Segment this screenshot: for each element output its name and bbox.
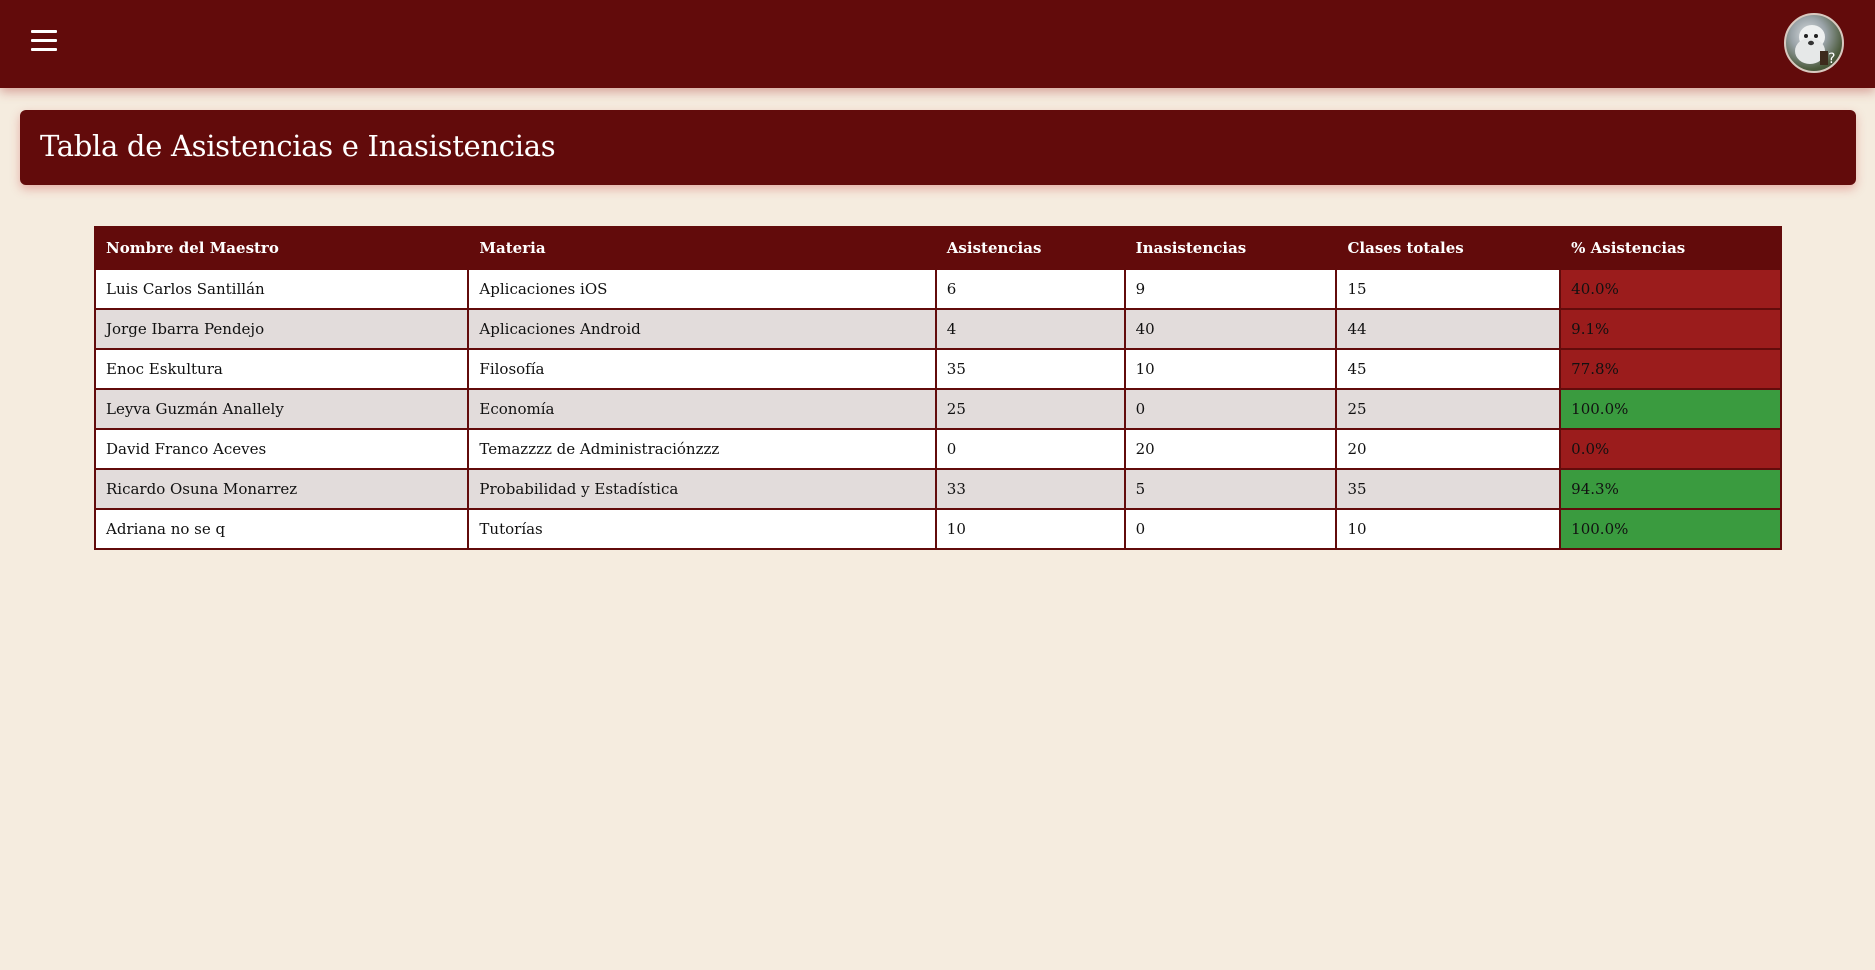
absences-cell: 20 [1123, 428, 1338, 470]
absences-cell: 0 [1123, 508, 1338, 550]
attendance-percent-cell: 40.0% [1559, 268, 1782, 310]
absences-cell: 5 [1123, 468, 1338, 510]
column-header-subject: Materia [467, 226, 937, 270]
total-classes-cell: 15 [1335, 268, 1562, 310]
attendance-percent-cell: 9.1% [1559, 308, 1782, 350]
column-header-total-classes: Clases totales [1335, 226, 1562, 270]
user-avatar[interactable]: ? [1784, 13, 1844, 73]
attendance-percent-cell: 100.0% [1559, 508, 1782, 550]
total-classes-cell: 10 [1335, 508, 1562, 550]
absences-cell: 9 [1123, 268, 1338, 310]
attendances-cell: 4 [934, 308, 1126, 350]
total-classes-cell: 45 [1335, 348, 1562, 390]
hamburger-menu-icon[interactable] [28, 30, 60, 58]
attendances-cell: 25 [934, 388, 1126, 430]
table-row: Luis Carlos Santillán Aplicaciones iOS 6… [93, 268, 1782, 310]
total-classes-cell: 35 [1335, 468, 1562, 510]
subject-cell: Probabilidad y Estadística [467, 468, 937, 510]
top-navbar: ? [0, 0, 1875, 88]
column-header-attendances: Asistencias [934, 226, 1126, 270]
column-header-absences: Inasistencias [1123, 226, 1338, 270]
dog-avatar-icon: ? [1795, 25, 1835, 67]
teacher-cell: David Franco Aceves [93, 428, 470, 470]
page-title: Tabla de Asistencias e Inasistencias [40, 129, 556, 163]
table-row: Leyva Guzmán Anallely Economía 25 0 25 1… [93, 388, 1782, 430]
column-header-attendance-percent: % Asistencias [1559, 226, 1782, 270]
page-title-card: Tabla de Asistencias e Inasistencias [20, 110, 1856, 185]
attendance-percent-cell: 0.0% [1559, 428, 1782, 470]
subject-cell: Economía [467, 388, 937, 430]
attendance-percent-cell: 94.3% [1559, 468, 1782, 510]
attendance-table: Nombre del Maestro Materia Asistencias I… [93, 226, 1782, 550]
subject-cell: Aplicaciones iOS [467, 268, 937, 310]
attendances-cell: 0 [934, 428, 1126, 470]
teacher-cell: Ricardo Osuna Monarrez [93, 468, 470, 510]
teacher-cell: Jorge Ibarra Pendejo [93, 308, 470, 350]
table-row: Jorge Ibarra Pendejo Aplicaciones Androi… [93, 308, 1782, 350]
teacher-cell: Enoc Eskultura [93, 348, 470, 390]
subject-cell: Aplicaciones Android [467, 308, 937, 350]
table-row: Ricardo Osuna Monarrez Probabilidad y Es… [93, 468, 1782, 510]
teacher-cell: Leyva Guzmán Anallely [93, 388, 470, 430]
attendance-percent-cell: 77.8% [1559, 348, 1782, 390]
attendances-cell: 6 [934, 268, 1126, 310]
subject-cell: Filosofía [467, 348, 937, 390]
absences-cell: 0 [1123, 388, 1338, 430]
svg-text:?: ? [1828, 51, 1835, 67]
subject-cell: Tutorías [467, 508, 937, 550]
total-classes-cell: 20 [1335, 428, 1562, 470]
attendance-percent-cell: 100.0% [1559, 388, 1782, 430]
teacher-cell: Luis Carlos Santillán [93, 268, 470, 310]
table-row: Adriana no se q Tutorías 10 0 10 100.0% [93, 508, 1782, 550]
total-classes-cell: 25 [1335, 388, 1562, 430]
attendances-cell: 35 [934, 348, 1126, 390]
subject-cell: Temazzzz de Administraciónzzz [467, 428, 937, 470]
table-header-row: Nombre del Maestro Materia Asistencias I… [93, 226, 1782, 270]
attendances-cell: 33 [934, 468, 1126, 510]
teacher-cell: Adriana no se q [93, 508, 470, 550]
table-row: Enoc Eskultura Filosofía 35 10 45 77.8% [93, 348, 1782, 390]
absences-cell: 40 [1123, 308, 1338, 350]
column-header-teacher: Nombre del Maestro [93, 226, 470, 270]
absences-cell: 10 [1123, 348, 1338, 390]
attendances-cell: 10 [934, 508, 1126, 550]
table-row: David Franco Aceves Temazzzz de Administ… [93, 428, 1782, 470]
total-classes-cell: 44 [1335, 308, 1562, 350]
